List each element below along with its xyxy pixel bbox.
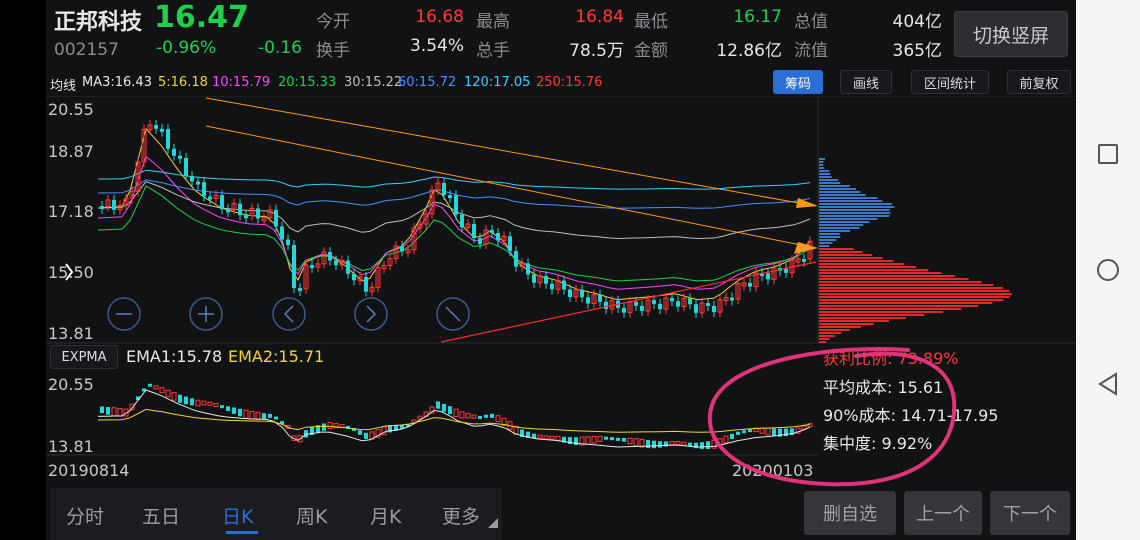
chip-avg-cost: 平均成本: 15.61 [823,374,943,398]
stat-label: 今开 [316,7,350,32]
end-date: 20200103 [732,461,813,480]
remove-watchlist-button[interactable]: 删自选 [804,491,896,535]
sub-price-high: 20.55 [48,375,94,394]
more-dropdown-icon [488,518,498,528]
range-stats-button[interactable]: 区间统计 [911,70,989,94]
scroll-left-button[interactable] [273,298,305,330]
ma-value: 250:15.76 [536,75,602,90]
stat-label: 换手 [316,36,350,61]
recent-apps-icon[interactable] [1098,144,1118,164]
active-tab-indicator [226,531,258,534]
chip-90-cost: 90%成本: 14.71-17.95 [823,402,998,426]
next-stock-button[interactable]: 下一个 [990,491,1070,535]
stat-label: 流值 [794,36,828,61]
sub-price-low: 13.81 [48,437,94,456]
stat-label: 最低 [634,7,668,32]
stat-value: 16.68 [415,7,464,27]
tab-intraday[interactable]: 分时 [66,502,104,529]
ema2-value: EMA2:15.71 [228,347,324,366]
draw-line-button[interactable]: 画线 [840,70,892,94]
tab-daily-k[interactable]: 日K [222,502,253,529]
price-label-2: 18.87 [48,142,94,161]
ema1-value: EMA1:15.78 [126,347,222,366]
ma-value: 10:15.79 [212,75,270,90]
ma-value: 120:17.05 [464,75,530,90]
stat-value: 3.54% [410,36,464,56]
price-label-3: 17.18 [48,202,94,221]
chip-profit-ratio: 获利比例: 73.89% [823,345,959,369]
chip-concentration: 集中度: 9.92% [823,430,932,454]
home-icon[interactable] [1097,259,1119,281]
ma-legend: 均线 MA3:16.43 5:16.18 10:15.79 20:15.33 30:15.… [46,70,766,96]
stock-detail-screen: 正邦科技 16.47 002157 -0.96% -0.16 今开 16.68 最高… [46,0,1076,540]
tab-monthly-k[interactable]: 月K [370,502,401,529]
stock-code: 002157 [54,40,119,60]
adjust-button[interactable]: 前复权 [1007,70,1071,94]
stat-value: 12.86亿 [716,36,782,61]
change-amount: -0.16 [258,38,302,58]
chips-button[interactable]: 筹码 [773,70,823,94]
left-bezel [0,0,46,540]
zoom-in-button[interactable] [190,298,222,330]
stat-value: 16.84 [575,7,624,27]
stat-value: 365亿 [893,36,942,61]
stat-value: 16.17 [733,7,782,27]
kline-main-chart[interactable]: 20.55 18.87 17.18 15.50 13.81 [46,96,1076,344]
price-label-high: 20.55 [48,100,94,119]
stat-label: 最高 [476,7,510,32]
ma-value: MA3:16.43 [82,75,152,90]
y-axis-labels: 20.55 18.87 17.18 15.50 13.81 [48,100,94,343]
ma-value: 30:15.22 [344,75,402,90]
tab-five-day[interactable]: 五日 [142,502,180,529]
stat-value: 404亿 [893,7,942,32]
stat-label: 总手 [476,36,510,61]
android-nav-bar [1076,0,1140,540]
previous-stock-button[interactable]: 上一个 [904,491,982,535]
stat-label: 总值 [794,7,828,32]
stat-label: 金额 [634,36,668,61]
zoom-out-button[interactable] [108,298,140,330]
current-price: 16.47 [154,0,249,35]
change-percent: -0.96% [156,38,216,58]
chip-distribution [819,158,1012,343]
expma-sub-chart[interactable]: 20.55 13.81 [46,370,818,456]
ma-value: 60:15.72 [398,75,456,90]
tab-more[interactable]: 更多 [442,502,480,529]
start-date: 20190814 [48,461,129,480]
stock-name: 正邦科技 [54,4,142,36]
fullscreen-button[interactable] [437,298,469,330]
back-icon[interactable] [1096,372,1120,396]
stat-value: 78.5万 [569,36,624,61]
price-label-low: 13.81 [48,324,94,343]
switch-portrait-button[interactable]: 切换竖屏 [954,11,1068,57]
ma-legend-title: 均线 [50,75,76,94]
ma-value: 5:16.18 [158,75,208,90]
ma-value: 20:15.33 [278,75,336,90]
scroll-right-button[interactable] [355,298,387,330]
expma-indicator-button[interactable]: EXPMA [50,345,118,369]
tab-weekly-k[interactable]: 周K [296,502,327,529]
period-tabs [50,488,502,540]
